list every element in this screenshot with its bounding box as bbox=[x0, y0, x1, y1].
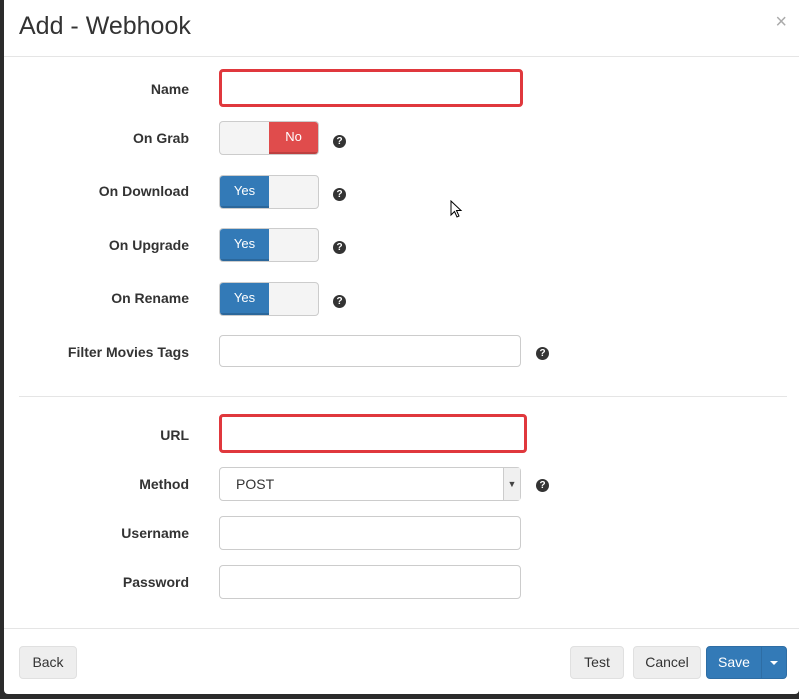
footer-divider bbox=[4, 628, 799, 629]
method-label: Method bbox=[139, 476, 189, 492]
username-label: Username bbox=[121, 525, 189, 541]
on-upgrade-toggle[interactable]: Yes bbox=[219, 228, 319, 262]
save-options-button[interactable] bbox=[761, 646, 787, 679]
on-grab-label: On Grab bbox=[132, 130, 189, 146]
name-input[interactable] bbox=[219, 69, 523, 107]
help-icon[interactable]: ? bbox=[536, 479, 549, 492]
on-download-label: On Download bbox=[98, 183, 189, 199]
on-grab-toggle[interactable]: No bbox=[219, 121, 319, 155]
toggle-state: Yes bbox=[220, 229, 269, 261]
method-value: POST bbox=[236, 476, 275, 492]
test-button[interactable]: Test bbox=[570, 646, 624, 679]
save-button[interactable]: Save bbox=[706, 646, 762, 679]
toggle-state: No bbox=[269, 122, 318, 154]
help-icon[interactable]: ? bbox=[333, 295, 346, 308]
password-input[interactable] bbox=[219, 565, 521, 599]
filter-tags-input[interactable] bbox=[219, 335, 521, 367]
modal-title: Add - Webhook bbox=[19, 12, 191, 40]
caret-down-icon bbox=[770, 661, 778, 666]
webhook-modal: Add - Webhook × Name On Grab No ? On Dow… bbox=[4, 0, 799, 694]
toggle-state: Yes bbox=[220, 283, 269, 315]
password-label: Password bbox=[122, 574, 189, 590]
back-button[interactable]: Back bbox=[19, 646, 77, 679]
username-input[interactable] bbox=[219, 516, 521, 550]
section-divider bbox=[19, 396, 787, 397]
method-select[interactable]: POST ▼ bbox=[219, 467, 521, 501]
on-download-toggle[interactable]: Yes bbox=[219, 175, 319, 209]
help-icon[interactable]: ? bbox=[333, 135, 346, 148]
help-icon[interactable]: ? bbox=[333, 188, 346, 201]
url-input[interactable] bbox=[219, 414, 527, 453]
modal-header: Add - Webhook × bbox=[4, 0, 799, 57]
cancel-button[interactable]: Cancel bbox=[633, 646, 701, 679]
mouse-cursor-icon bbox=[450, 200, 463, 218]
help-icon[interactable]: ? bbox=[536, 347, 549, 360]
on-rename-label: On Rename bbox=[111, 290, 189, 306]
help-icon[interactable]: ? bbox=[333, 241, 346, 254]
url-label: URL bbox=[160, 427, 189, 443]
on-upgrade-label: On Upgrade bbox=[108, 237, 189, 253]
filter-tags-label: Filter Movies Tags bbox=[67, 344, 189, 360]
name-label: Name bbox=[150, 81, 189, 97]
chevron-down-icon[interactable]: ▼ bbox=[503, 468, 520, 500]
on-rename-toggle[interactable]: Yes bbox=[219, 282, 319, 316]
toggle-state: Yes bbox=[220, 176, 269, 208]
close-icon[interactable]: × bbox=[775, 12, 787, 32]
